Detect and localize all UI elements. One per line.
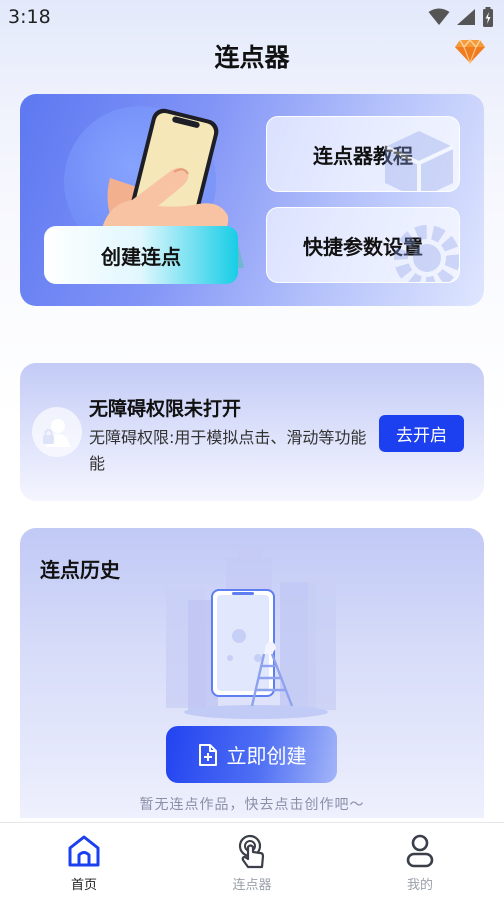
tutorial-tile[interactable]: 连点器教程 [266,116,460,192]
new-document-icon [198,743,217,766]
create-click-button[interactable]: 创建连点 [44,226,238,284]
battery-icon [483,7,493,27]
history-title: 连点历史 [40,558,120,582]
home-icon [64,831,104,870]
accessibility-title: 无障碍权限未打开 [89,398,242,420]
nav-item-home[interactable]: 首页 [39,831,129,893]
status-icons [428,7,494,27]
nav-item-mine[interactable]: 我的 [375,831,465,893]
wifi-icon [428,8,450,25]
history-empty-hint: 暂无连点作品，快去点击创作吧～ [139,797,365,813]
empty-state-illustration [166,546,336,719]
accessibility-description: 无障碍权限:用于模拟点击、滑动等功能能 [89,428,367,473]
gear-icon [394,225,459,282]
signal-icon [457,9,475,25]
hero-card: 创建连点 连点器教程 快捷参数设置 [20,94,484,306]
status-bar: 3:18 [0,0,504,34]
vip-diamond-icon[interactable] [454,38,486,64]
cube-icon [384,131,454,191]
nav-item-clicker[interactable]: 连点器 [207,831,297,893]
page-title: 连点器 [214,43,290,72]
tap-hand-icon [232,831,272,870]
history-card: 连点历史 立即创建 暂无连点作品，快去点击创作吧～ [20,528,484,818]
nav-label-mine: 我的 [406,878,433,893]
quick-settings-tile[interactable]: 快捷参数设置 [266,207,460,283]
bottom-nav: 首页 连点器 我的 [0,822,504,897]
nav-label-home: 首页 [70,878,97,893]
nav-label-clicker: 连点器 [232,878,272,893]
user-icon [400,831,440,870]
status-time: 3:18 [8,6,51,28]
create-now-button[interactable]: 立即创建 [166,726,337,783]
enable-accessibility-button[interactable]: 去开启 [379,415,464,452]
accessibility-person-icon [32,407,82,457]
accessibility-card: 无障碍权限未打开 无障碍权限:用于模拟点击、滑动等功能能 去开启 [20,363,484,501]
create-now-label: 立即创建 [226,744,307,768]
